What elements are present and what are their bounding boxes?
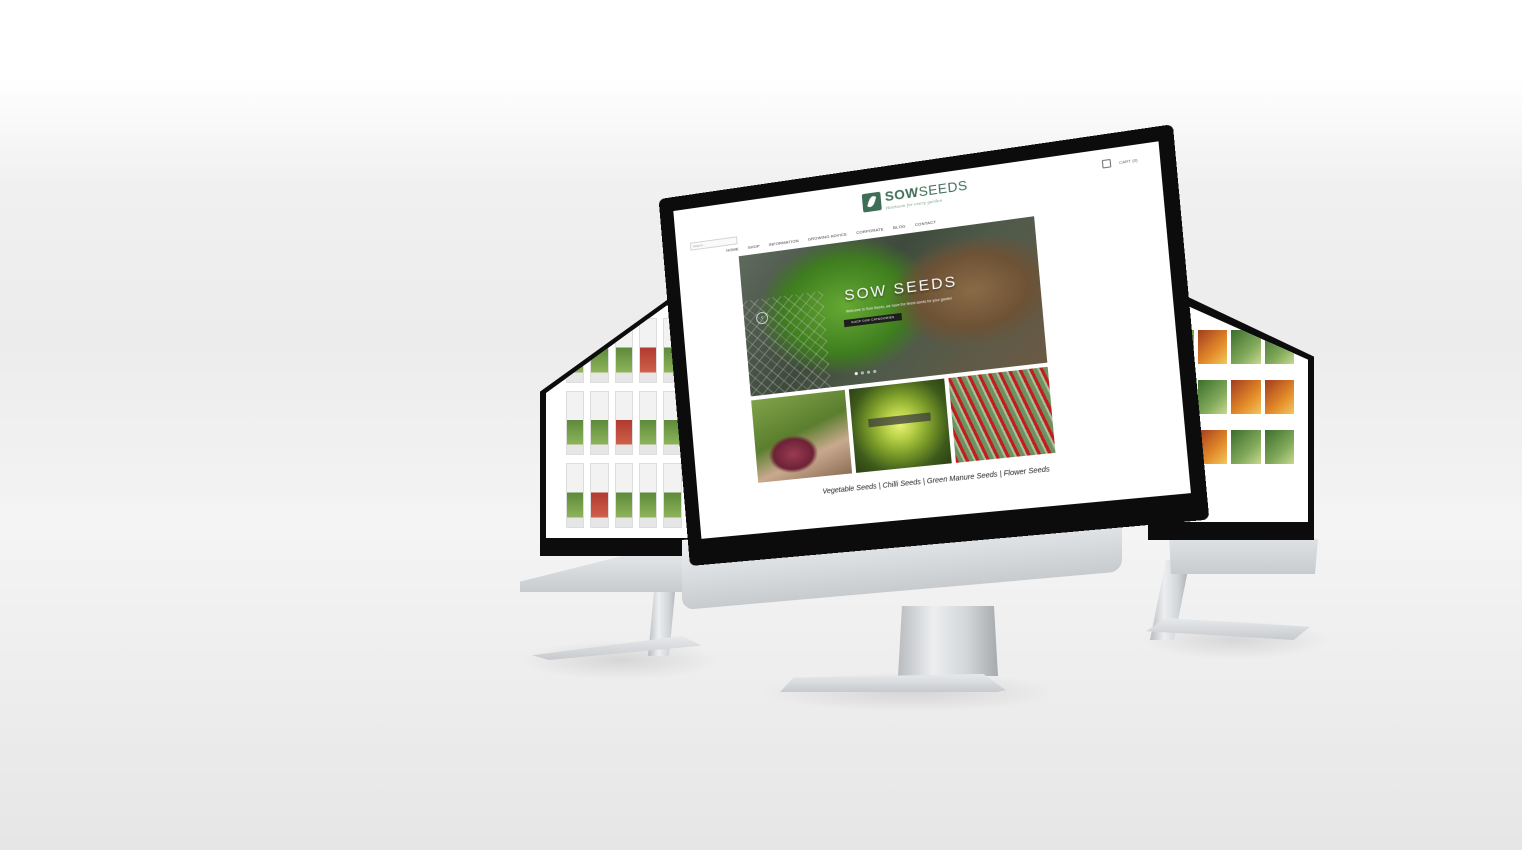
nav-item-home[interactable]: HOME [726,246,739,253]
gallery-image[interactable] [1231,380,1261,414]
center-monitor-bezel: SOWSEEDS Heirloom for every garden CART … [658,124,1210,566]
category-tile-vegetable[interactable] [751,389,852,483]
carousel-dot[interactable] [866,370,871,374]
gallery-image[interactable] [1197,380,1227,414]
nav-item-growing-advice[interactable]: GROWING ADVICE [808,231,848,241]
carousel-dots [854,369,877,376]
nav-item-contact[interactable]: CONTACT [915,219,937,227]
monitor-mockup-scene: SOWSEEDS Heirloom for every garden CART … [0,0,1522,850]
product-thumb[interactable] [566,390,585,456]
carousel-dot[interactable] [873,369,877,374]
product-thumb[interactable] [663,463,682,528]
nav-item-shop[interactable]: SHOP [748,243,760,250]
carousel-dot[interactable] [854,371,858,376]
product-thumb[interactable] [590,390,609,456]
tile-label-overlay [868,412,931,428]
product-thumb[interactable] [639,318,658,383]
nav-item-information[interactable]: INFORMATION [769,238,799,247]
logo-text-light: SEEDS [917,177,969,200]
cart-link[interactable]: CART (0) [1119,157,1138,165]
product-thumb[interactable] [639,463,658,528]
leaf-logo-icon[interactable] [861,191,882,213]
shop-categories-button[interactable]: SHOP OUR CATEGORIES [843,312,903,328]
gallery-image[interactable] [1264,430,1294,464]
product-thumb[interactable] [639,390,658,456]
center-monitor-screen: SOWSEEDS Heirloom for every garden CART … [673,141,1191,539]
product-thumb[interactable] [614,390,633,456]
product-thumb[interactable] [566,463,585,528]
nav-item-blog[interactable]: BLOG [893,223,906,230]
category-tile-chilli[interactable] [948,366,1056,463]
cart-icon[interactable] [1101,158,1112,169]
gallery-image[interactable] [1264,380,1294,414]
gallery-image[interactable] [1197,330,1227,364]
nav-item-corporate[interactable]: CORPORATE [856,226,884,235]
gallery-image[interactable] [1231,430,1261,464]
product-thumb[interactable] [614,463,633,528]
product-thumb[interactable] [590,463,609,528]
center-monitor-neck [898,606,998,676]
carousel-dot[interactable] [860,371,865,375]
category-tile-flower[interactable] [848,378,953,473]
